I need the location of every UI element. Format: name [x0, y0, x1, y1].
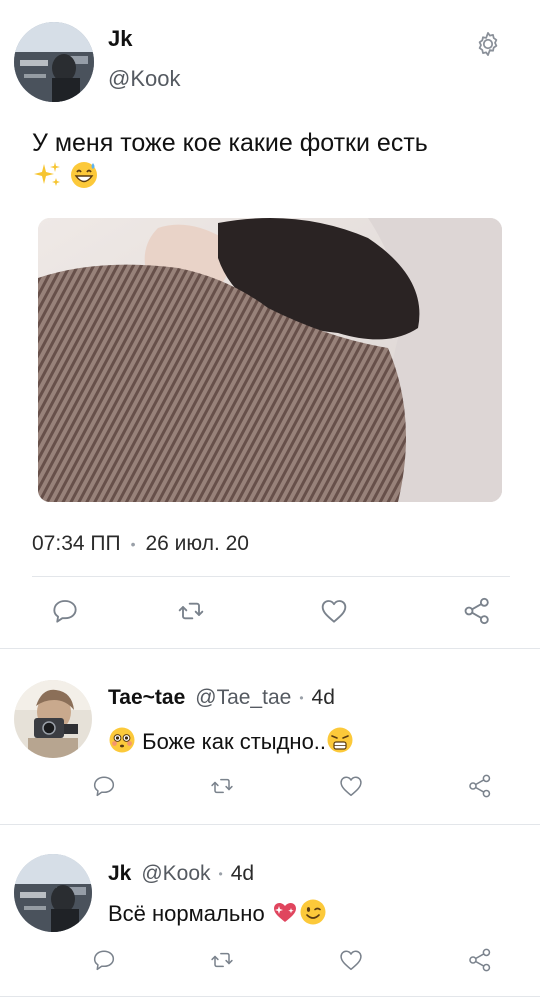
- tweet-text-line: У меня тоже кое какие фотки есть: [32, 129, 428, 157]
- reply-button[interactable]: [48, 594, 82, 628]
- separator-dot: •: [130, 536, 136, 553]
- author-avatar[interactable]: [14, 22, 94, 102]
- winking-emoji: [299, 898, 327, 932]
- retweet-button[interactable]: [208, 946, 236, 974]
- like-button[interactable]: [337, 946, 365, 974]
- reply-message: Боже как стыдно..: [142, 728, 327, 754]
- grinning-sweat-emoji: [69, 160, 99, 199]
- share-icon: [464, 597, 489, 625]
- share-icon: [469, 774, 491, 798]
- divider: [0, 648, 540, 649]
- retweet-icon: [211, 778, 233, 794]
- tweet-timestamp: 07:34 ПП • 26 июл. 20: [32, 532, 249, 556]
- retweet-button[interactable]: [174, 594, 208, 628]
- divider: [32, 576, 510, 577]
- reply-text: Боже как стыдно..: [108, 726, 354, 760]
- reply-icon: [53, 600, 77, 623]
- separator-dot: •: [299, 691, 304, 706]
- share-button[interactable]: [466, 946, 494, 974]
- tweet-emoji-line: [32, 160, 502, 199]
- tweet-date: 26 июл. 20: [145, 532, 249, 555]
- tweet-media-image[interactable]: [38, 218, 502, 502]
- reply-time: 4d: [230, 862, 255, 885]
- like-icon: [340, 950, 362, 971]
- reply-author-name[interactable]: Jk: [108, 862, 131, 885]
- reply-message: Всё нормально: [108, 900, 265, 926]
- weary-emoji: [326, 726, 354, 760]
- reply-button[interactable]: [90, 946, 118, 974]
- reply-author-name[interactable]: Tae~tae: [108, 686, 185, 709]
- reply-header: Jk @Kook • 4d: [108, 862, 254, 886]
- reply-icon: [93, 776, 115, 797]
- reply-button[interactable]: [90, 772, 118, 800]
- flushed-emoji: [108, 726, 136, 760]
- retweet-icon: [178, 602, 204, 620]
- share-button[interactable]: [466, 772, 494, 800]
- share-button[interactable]: [460, 594, 494, 628]
- reply-text: Всё нормально: [108, 898, 327, 932]
- reply-author-handle[interactable]: @Tae_tae: [195, 686, 291, 709]
- like-button[interactable]: [317, 594, 351, 628]
- sparkles-emoji: [32, 160, 62, 199]
- heart-sparkle-emoji: [271, 898, 299, 932]
- retweet-icon: [211, 952, 233, 968]
- divider: [0, 824, 540, 825]
- like-button[interactable]: [337, 772, 365, 800]
- like-icon: [340, 776, 362, 797]
- reply-header: Tae~tae @Tae_tae • 4d: [108, 686, 335, 710]
- separator-dot: •: [218, 867, 223, 882]
- reply-time: 4d: [311, 686, 335, 709]
- reply-icon: [93, 950, 115, 971]
- gear-icon[interactable]: [474, 30, 502, 58]
- share-icon: [469, 948, 491, 972]
- tweet-time: 07:34 ПП: [32, 532, 121, 555]
- tweet-text: У меня тоже кое какие фотки есть: [32, 126, 502, 199]
- reply-author-handle[interactable]: @Kook: [141, 862, 210, 885]
- author-name[interactable]: Jk: [108, 26, 132, 52]
- divider: [0, 996, 540, 997]
- reply-avatar[interactable]: [14, 854, 92, 932]
- retweet-button[interactable]: [208, 772, 236, 800]
- reply-avatar[interactable]: [14, 680, 92, 758]
- author-handle[interactable]: @Kook: [108, 66, 180, 92]
- like-icon: [321, 600, 347, 623]
